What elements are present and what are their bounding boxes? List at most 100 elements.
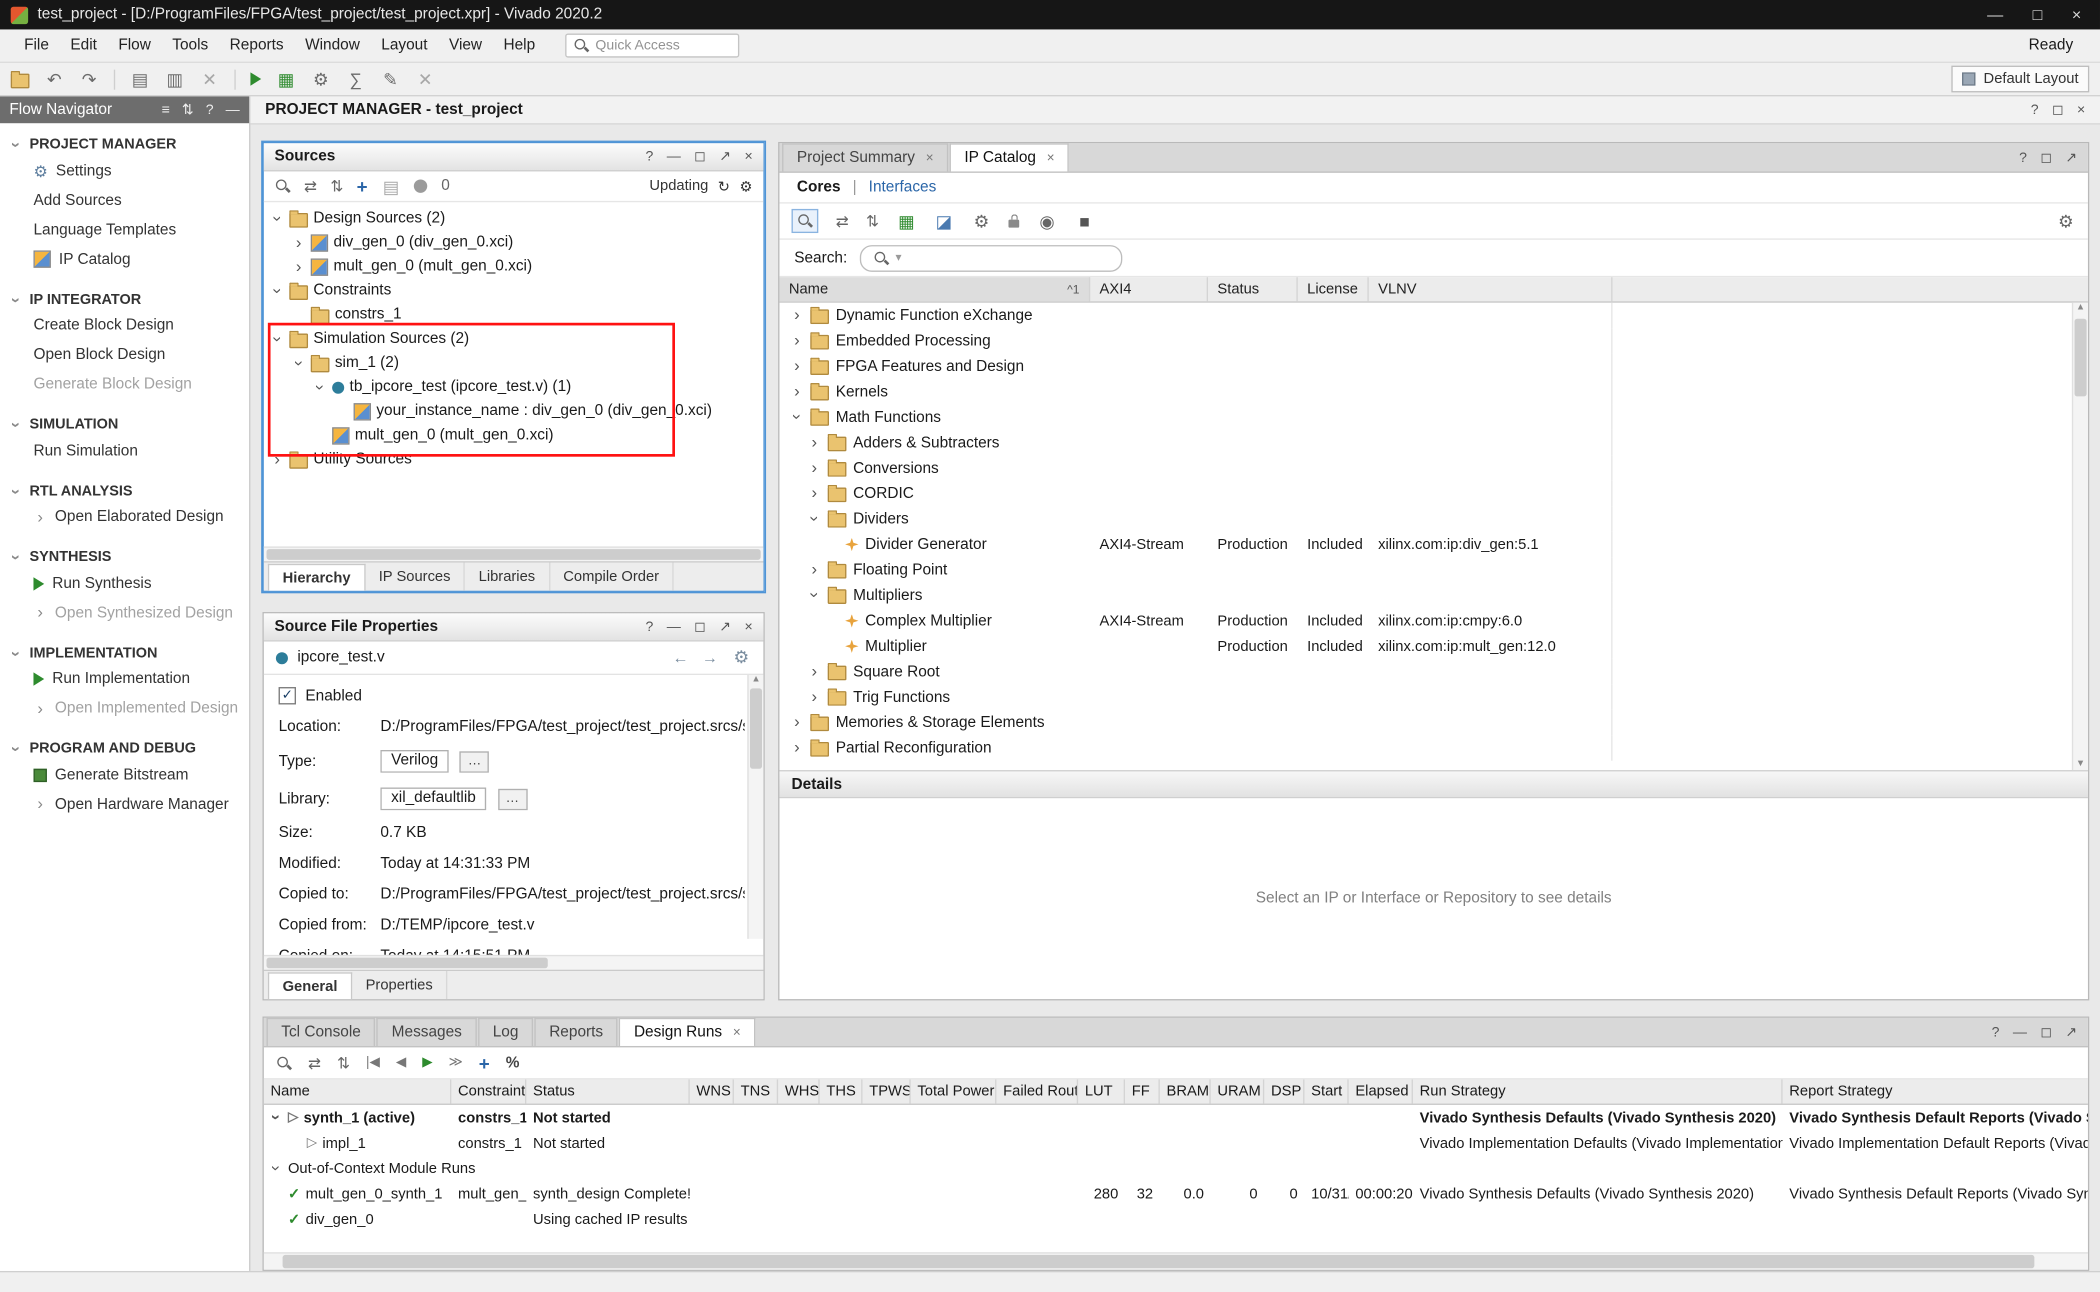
close-icon[interactable]: × [744, 619, 752, 635]
menu-reports[interactable]: Reports [219, 33, 294, 57]
section-header[interactable]: PROGRAM AND DEBUG [0, 738, 249, 760]
ip-row[interactable]: Dividers [779, 506, 2087, 531]
step-back-icon[interactable]: ◀ [396, 1055, 406, 1070]
column-status[interactable]: Status [1208, 277, 1298, 301]
minimize-icon[interactable]: — [667, 619, 681, 635]
quick-access-search[interactable]: Quick Access [565, 33, 739, 57]
close-tab-icon[interactable]: × [733, 1025, 741, 1040]
ip-row[interactable]: Multipliers [779, 583, 2087, 608]
scrollbar-thumb[interactable] [267, 958, 548, 969]
details-header[interactable]: Details [779, 770, 2087, 798]
ip-row[interactable]: FPGA Features and Design [779, 354, 2087, 379]
search-icon[interactable] [276, 1055, 292, 1071]
chevron-down-icon[interactable] [271, 210, 284, 227]
chevron-down-icon[interactable] [269, 1160, 282, 1177]
messages-badge-icon[interactable] [414, 179, 427, 192]
ip-row[interactable]: Dynamic Function eXchange [779, 303, 2087, 328]
column-uram[interactable]: URAM [1211, 1079, 1265, 1103]
run-group-out-of-context[interactable]: Out-of-Context Module Runs [264, 1156, 2088, 1181]
maximize-panel-icon[interactable]: ◻ [2052, 102, 2064, 118]
create-run-icon[interactable]: + [479, 1053, 490, 1072]
ip-row[interactable]: CORDIC [779, 481, 2087, 506]
section-header[interactable]: SIMULATION [0, 414, 249, 436]
menu-layout[interactable]: Layout [371, 33, 439, 57]
tab-hierarchy[interactable]: Hierarchy [268, 564, 365, 591]
scrollbar-thumb[interactable] [750, 688, 762, 768]
percent-icon[interactable]: % [506, 1055, 520, 1071]
maximize-icon[interactable]: ◻ [2040, 1024, 2052, 1040]
tree-node-mult-gen-0[interactable]: mult_gen_0 (mult_gen_0.xci) [264, 254, 764, 278]
collapse-all-icon[interactable]: ≡ [162, 102, 170, 118]
edit-icon[interactable]: ✎ [380, 70, 400, 87]
sidebar-item-run-implementation[interactable]: Run Implementation [0, 664, 249, 693]
go-to-first-icon[interactable]: |◀ [366, 1055, 380, 1070]
column-license[interactable]: License [1298, 277, 1369, 301]
sidebar-item-open-elaborated-design[interactable]: Open Elaborated Design [0, 502, 249, 531]
tree-node-simulation-sources[interactable]: Simulation Sources (2) [264, 327, 764, 351]
column-whs[interactable]: WHS [778, 1079, 820, 1103]
collapse-all-icon[interactable]: ⇄ [304, 177, 317, 196]
report-icon[interactable]: ∑ [346, 70, 366, 87]
help-icon[interactable]: ? [646, 149, 654, 165]
sidebar-item-open-implemented-design[interactable]: Open Implemented Design [0, 694, 249, 723]
cancel-icon[interactable]: ✕ [415, 70, 435, 87]
section-header[interactable]: IMPLEMENTATION [0, 642, 249, 664]
chevron-right-icon[interactable] [790, 332, 803, 349]
tab-design-runs[interactable]: Design Runs × [619, 1018, 755, 1046]
tree-node-constraints[interactable]: Constraints [264, 279, 764, 303]
tree-node-tb-ipcore-test[interactable]: tb_ipcore_test (ipcore_test.v) (1) [264, 375, 764, 399]
column-total-power[interactable]: Total Power [911, 1079, 997, 1103]
properties-panel-header[interactable]: Source File Properties ? — ◻ ↗ × [264, 613, 764, 641]
layout-select[interactable]: Default Layout [1951, 66, 2089, 93]
menu-edit[interactable]: Edit [60, 33, 108, 57]
help-icon[interactable]: ? [206, 102, 214, 118]
float-icon[interactable]: ↗ [2065, 1024, 2077, 1040]
close-tab-icon[interactable]: × [926, 151, 934, 166]
tab-general[interactable]: General [268, 972, 352, 999]
sidebar-item-create-block-design[interactable]: Create Block Design [0, 311, 249, 340]
column-report-strategy[interactable]: Report Strategy [1783, 1079, 2088, 1103]
maximize-icon[interactable]: ◻ [694, 149, 706, 165]
add-sources-icon[interactable]: + [357, 177, 368, 196]
refresh-icon[interactable]: ↻ [718, 177, 730, 194]
library-browse-button[interactable]: … [498, 789, 527, 810]
help-icon[interactable]: ? [2019, 149, 2027, 165]
maximize-icon[interactable]: ◻ [694, 619, 706, 635]
chevron-right-icon[interactable] [808, 689, 821, 706]
maximize-button[interactable]: □ [2033, 5, 2043, 24]
vertical-scrollbar[interactable]: ▲▼ [2072, 303, 2088, 770]
menu-window[interactable]: Window [294, 33, 370, 57]
ip-row-divider-generator[interactable]: Divider Generator AXI4-Stream Production… [779, 532, 2087, 557]
menu-tools[interactable]: Tools [162, 33, 219, 57]
tab-properties[interactable]: Properties [352, 971, 447, 999]
menu-file[interactable]: File [13, 33, 59, 57]
maximize-icon[interactable]: ◻ [2040, 149, 2052, 165]
minimize-icon[interactable]: — [2013, 1024, 2027, 1040]
column-start[interactable]: Start [1304, 1079, 1348, 1103]
hide-icon[interactable]: — [226, 102, 240, 118]
sources-panel-header[interactable]: Sources ? — ◻ ↗ × [264, 143, 764, 171]
sidebar-item-generate-block-design[interactable]: Generate Block Design [0, 370, 249, 399]
column-ff[interactable]: FF [1125, 1079, 1160, 1103]
float-icon[interactable]: ↗ [719, 619, 731, 635]
column-axi4[interactable]: AXI4 [1090, 277, 1208, 301]
section-header[interactable]: SYNTHESIS [0, 546, 249, 568]
gear-icon[interactable]: ⚙ [731, 648, 751, 667]
sidebar-item-language-templates[interactable]: Language Templates [0, 215, 249, 244]
close-icon[interactable]: × [744, 149, 752, 165]
sidebar-item-open-synthesized-design[interactable]: Open Synthesized Design [0, 598, 249, 627]
column-dsp[interactable]: DSP [1264, 1079, 1304, 1103]
help-icon[interactable]: ? [2031, 102, 2039, 118]
chevron-down-icon[interactable] [271, 330, 284, 347]
ip-row[interactable]: Conversions [779, 455, 2087, 480]
chevron-right-icon[interactable] [790, 714, 803, 731]
sidebar-item-settings[interactable]: ⚙ Settings [0, 156, 249, 185]
close-panel-icon[interactable]: × [2077, 102, 2085, 118]
run-row-mult-gen-0-synth-1[interactable]: ✓mult_gen_0_synth_1 mult_gen_0 synth_des… [264, 1181, 2088, 1206]
lock-icon[interactable] [1009, 220, 1020, 228]
run-row-div-gen-0[interactable]: ✓div_gen_0 Using cached IP results [264, 1207, 2088, 1232]
column-bram[interactable]: BRAM [1160, 1079, 1211, 1103]
scrollbar-thumb[interactable] [2075, 319, 2087, 397]
tab-ip-catalog[interactable]: IP Catalog × [950, 143, 1070, 171]
chevron-down-icon[interactable] [292, 355, 305, 372]
